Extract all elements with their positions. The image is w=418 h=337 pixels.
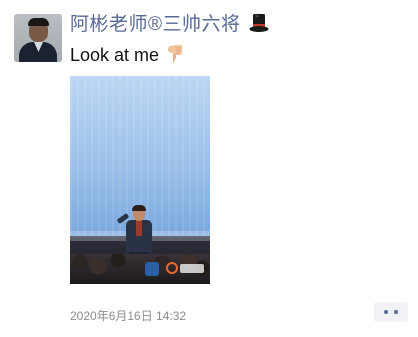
more-dots-icon bbox=[394, 310, 398, 314]
watermark-circle-icon bbox=[166, 262, 178, 274]
backhand-index-pointing-down-icon bbox=[168, 45, 183, 64]
post-text: Look at me bbox=[70, 42, 183, 68]
post-timestamp: 2020年6月16日 14:32 bbox=[70, 309, 187, 323]
post-text-content: Look at me bbox=[70, 45, 160, 65]
avatar[interactable] bbox=[14, 14, 62, 62]
photo-speaker-hair bbox=[132, 205, 146, 211]
watermark-text-mark bbox=[180, 264, 204, 273]
top-hat-icon bbox=[249, 14, 269, 32]
nickname-text: 阿彬老师®三帅六将 bbox=[70, 14, 241, 35]
watermark-logo-icon bbox=[145, 262, 159, 276]
more-dots-icon bbox=[384, 310, 388, 314]
avatar-hair bbox=[28, 18, 49, 26]
poster-nickname[interactable]: 阿彬老师®三帅六将 bbox=[70, 12, 269, 38]
more-options-button[interactable] bbox=[374, 302, 408, 322]
post-photo[interactable] bbox=[70, 76, 210, 284]
photo-speaker-shirt bbox=[136, 220, 142, 236]
